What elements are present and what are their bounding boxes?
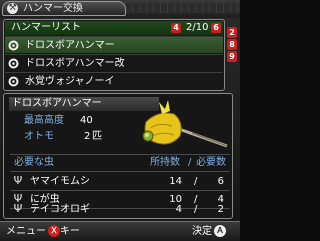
bug-icon: Ψ (13, 174, 23, 187)
needed-column-label: 必要数 (196, 157, 226, 168)
x-key-icon: Ｘ (48, 225, 60, 237)
bug-needed: 2 (217, 204, 224, 215)
bug-row: Ψ テイコオロギ 4 / 2 (10, 202, 230, 218)
title-decoration (126, 3, 240, 13)
title-bar: ⚒ ハンマー交換 (0, 0, 240, 18)
side-tab[interactable]: 2 (227, 27, 237, 38)
bug-name: ヤマイモムシ (30, 176, 90, 187)
bug-name: テイコオロギ (30, 204, 90, 215)
separator (10, 171, 230, 172)
side-tab[interactable]: 8 (227, 39, 237, 50)
menu-label: メニュー (6, 226, 46, 237)
hammer-list-panel: ハンマーリスト 4 2/10 6 ドロスボアハンマー ドロスボアハンマー改 水覚… (3, 19, 225, 91)
list-item-label: ドロスボアハンマー改 (25, 58, 125, 69)
list-item[interactable]: ドロスボアハンマー改 (5, 54, 223, 71)
separator (10, 154, 230, 155)
max-altitude-label: 最高高度 (24, 115, 64, 126)
bug-icon: Ψ (13, 202, 23, 215)
hammer-image (142, 100, 228, 148)
hammer-detail-panel: ドロスボアハンマー 最高高度 40 オトモ 2 匹 必要な虫 所持数 / 必要数… (3, 93, 233, 219)
bug-needed: 6 (217, 176, 224, 187)
list-item[interactable]: 水覚ヴォジャノーイ (5, 72, 223, 89)
list-item[interactable]: ドロスボアハンマー (5, 36, 223, 53)
bug-slash: / (194, 204, 198, 215)
confirm-label: 決定 (192, 226, 212, 237)
list-header: ハンマーリスト 4 2/10 6 (5, 21, 223, 35)
required-bugs-label: 必要な虫 (14, 157, 54, 168)
list-count: 2/10 (186, 22, 209, 33)
footer-bar: メニュー Ｘ キー 決定 Ａ (0, 221, 240, 241)
column-slash: / (188, 157, 192, 168)
hammer-icon: ⚒ (7, 3, 18, 14)
otomo-label: オトモ (24, 131, 54, 142)
bug-owned: 14 (169, 176, 182, 187)
window-title-tab: ⚒ ハンマー交換 (2, 1, 126, 16)
max-altitude-value: 40 (80, 115, 93, 126)
menu-key-suffix: キー (60, 226, 80, 237)
bug-owned: 4 (175, 204, 182, 215)
side-tab[interactable]: 9 (227, 51, 237, 62)
list-title: ハンマーリスト (11, 22, 81, 33)
separator (10, 190, 230, 191)
hammer-item-icon (8, 58, 19, 69)
list-item-label: ドロスボアハンマー (25, 40, 115, 51)
window-title: ハンマー交換 (23, 3, 83, 14)
hammer-item-icon (8, 40, 19, 51)
otomo-unit: 匹 (92, 131, 102, 142)
menu-button[interactable]: メニュー Ｘ キー (6, 225, 80, 238)
detail-hammer-name: ドロスボアハンマー (12, 98, 102, 109)
side-tabs: 2 8 9 (227, 27, 239, 74)
bug-slash: / (194, 176, 198, 187)
hammer-item-icon (8, 76, 19, 87)
bug-row: Ψ ヤマイモムシ 14 / 6 (10, 174, 230, 190)
owned-column-label: 所持数 (150, 157, 180, 168)
list-item-label: 水覚ヴォジャノーイ (25, 76, 115, 87)
page-right-button[interactable]: 6 (211, 23, 221, 33)
confirm-button[interactable]: 決定 Ａ (192, 225, 226, 238)
otomo-value: 2 (84, 131, 91, 142)
a-key-icon: Ａ (214, 225, 226, 237)
game-screen: ⚒ ハンマー交換 ハンマーリスト 4 2/10 6 ドロスボアハンマー ドロスボ… (0, 0, 240, 241)
page-left-button[interactable]: 4 (171, 23, 181, 33)
